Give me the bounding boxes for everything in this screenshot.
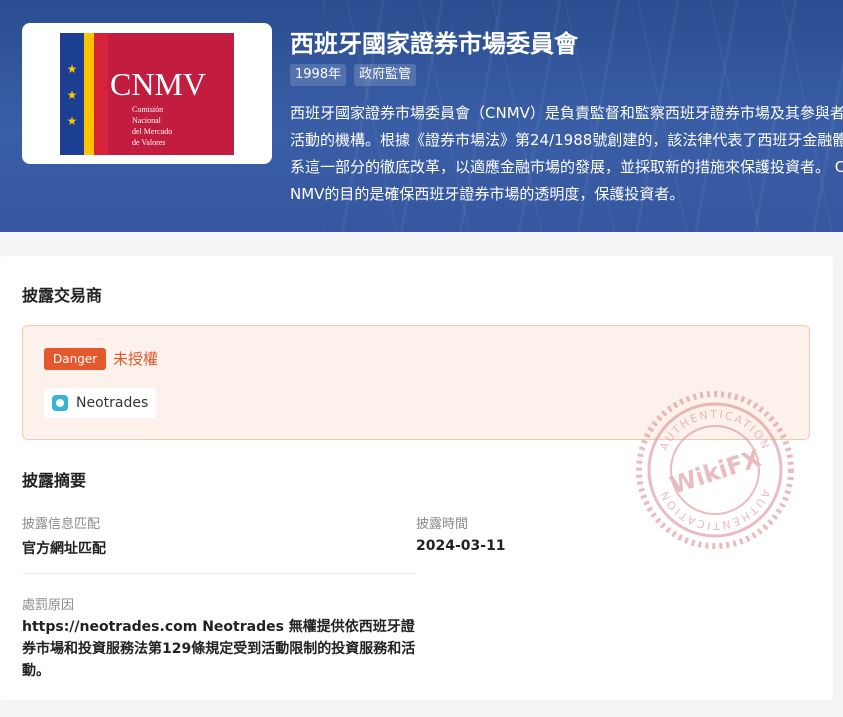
logo-star-1: ★ xyxy=(67,62,78,76)
match-info-value: 官方網址匹配 xyxy=(22,541,106,557)
logo-star-2: ★ xyxy=(67,88,78,102)
regulator-title: 西班牙國家證券市場委員會 xyxy=(290,30,578,58)
tag-regulation-type: 政府監管 xyxy=(354,64,417,86)
section-title-disclosure-summary: 披露摘要 xyxy=(22,467,87,494)
danger-badge: Danger xyxy=(44,348,107,370)
regulator-tags: 1998年 政府監管 xyxy=(290,64,417,86)
penalty-reason-value: https://neotrades.com Neotrades 無權提供依西班牙… xyxy=(22,619,416,679)
match-info-label: 披露信息匹配 xyxy=(22,517,101,532)
disclosure-card: 披露交易商 Danger 未授權 Neotrades 披露摘要 披露信息匹配 官… xyxy=(0,256,833,700)
logo-line-3: del Mercado xyxy=(132,127,172,136)
page: ★ ★ ★ CNMV Comisión Nacional del Mercado… xyxy=(0,0,843,717)
tag-year: 1998年 xyxy=(290,64,347,86)
trader-logo-icon xyxy=(52,395,68,411)
trader-name: Neotrades xyxy=(76,395,149,411)
logo-line-2: Nacional xyxy=(132,116,162,125)
logo-star-3: ★ xyxy=(67,114,78,128)
field-divider xyxy=(22,573,416,574)
disclosure-time-label: 披露時間 xyxy=(416,517,469,532)
regulator-logo-card: ★ ★ ★ CNMV Comisión Nacional del Mercado… xyxy=(22,23,272,164)
unauthorized-status: 未授權 xyxy=(113,350,159,368)
trader-link-neotrades[interactable]: Neotrades xyxy=(44,388,157,418)
logo-line-4: de Valores xyxy=(132,138,165,147)
regulator-description: 西班牙國家證券市場委員會（CNMV）是負責監督和監察西班牙證券市場及其參與者活動… xyxy=(290,104,843,203)
danger-alert-box: Danger 未授權 Neotrades xyxy=(22,325,810,440)
section-title-disclosed-trader: 披露交易商 xyxy=(22,282,103,309)
logo-red-stripe xyxy=(94,33,108,155)
cnmv-logo: ★ ★ ★ CNMV Comisión Nacional del Mercado… xyxy=(60,33,234,155)
logo-yellow-band xyxy=(84,33,94,155)
disclosure-time-value: 2024-03-11 xyxy=(416,538,506,554)
regulator-banner: ★ ★ ★ CNMV Comisión Nacional del Mercado… xyxy=(0,0,843,232)
penalty-reason-label: 處罰原因 xyxy=(22,598,75,613)
logo-wordmark: CNMV xyxy=(110,66,206,102)
logo-line-1: Comisión xyxy=(132,105,163,114)
